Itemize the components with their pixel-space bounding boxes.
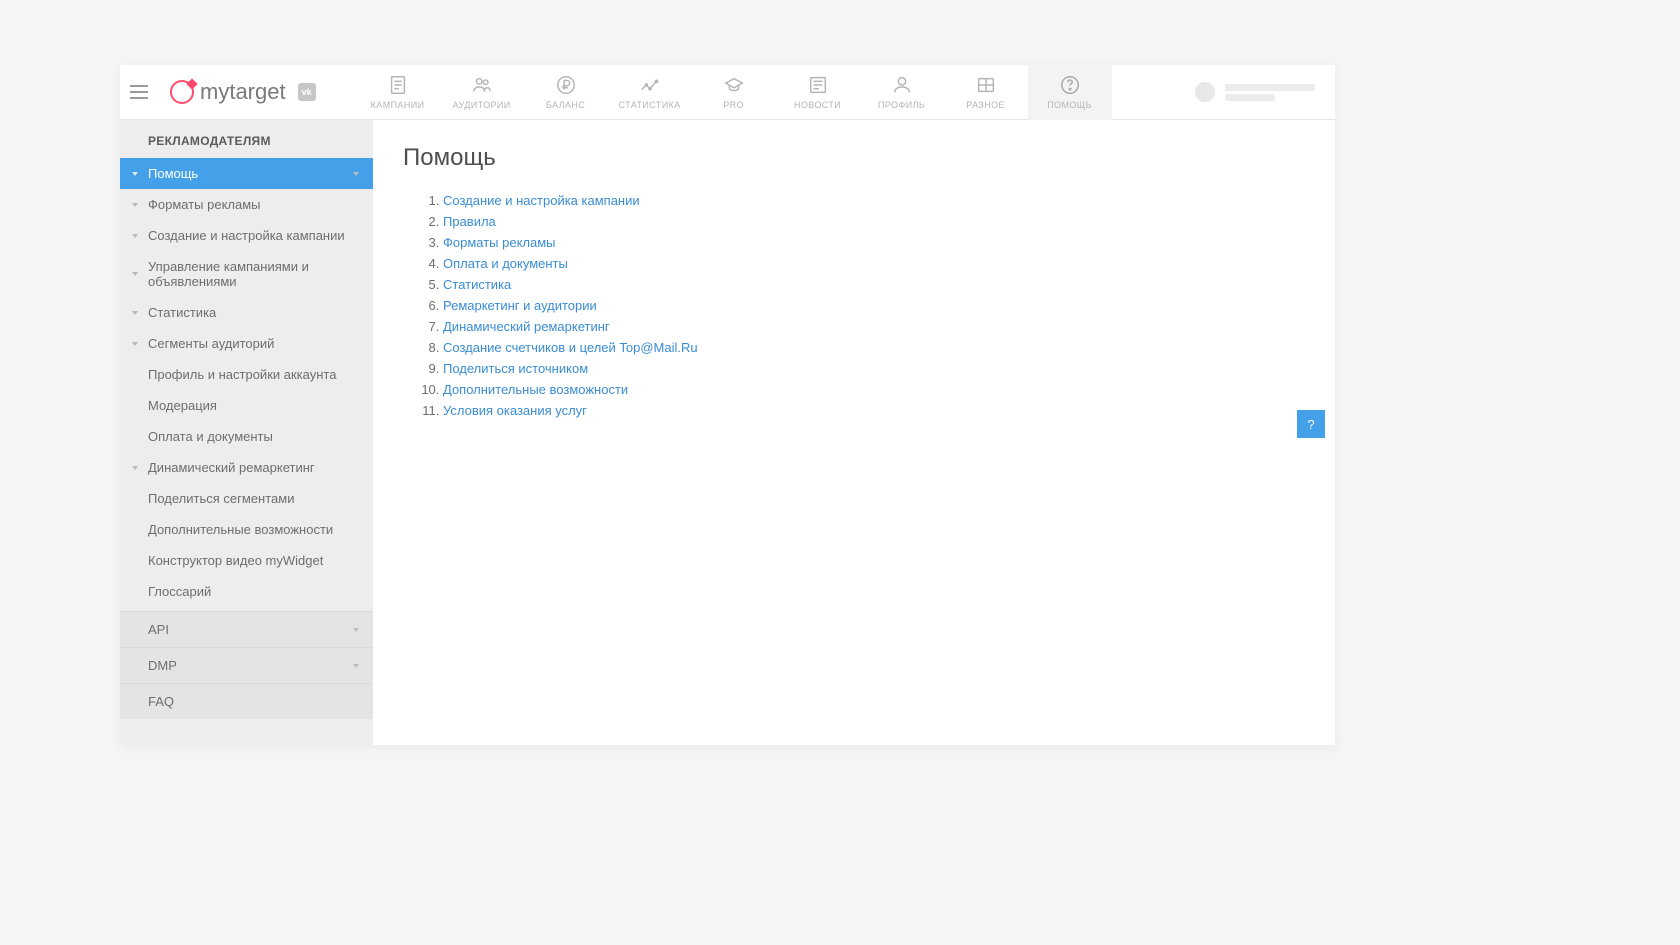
help-link-item: Правила bbox=[443, 211, 1305, 232]
app-window: mytarget vk КАМПАНИИ АУДИТОРИИ БАЛАНС СТ… bbox=[120, 65, 1335, 745]
grid-icon bbox=[975, 74, 997, 96]
nav-label: КАМПАНИИ bbox=[371, 100, 425, 110]
cap-icon bbox=[723, 74, 745, 96]
help-link[interactable]: Создание и настройка кампании bbox=[443, 193, 640, 208]
help-link-item: Создание и настройка кампании bbox=[443, 190, 1305, 211]
logo-text: mytarget bbox=[200, 79, 286, 105]
help-link-item: Поделиться источником bbox=[443, 358, 1305, 379]
avatar bbox=[1195, 82, 1215, 102]
main-content: Помощь Создание и настройка кампании Пра… bbox=[373, 120, 1335, 745]
sidebar-item[interactable]: Оплата и документы bbox=[120, 421, 373, 452]
help-link[interactable]: Оплата и документы bbox=[443, 256, 568, 271]
help-link[interactable]: Ремаркетинг и аудитории bbox=[443, 298, 597, 313]
nav-help[interactable]: ПОМОЩЬ bbox=[1028, 65, 1112, 120]
topbar: mytarget vk КАМПАНИИ АУДИТОРИИ БАЛАНС СТ… bbox=[120, 65, 1335, 120]
sidebar-heading: РЕКЛАМОДАТЕЛЯМ bbox=[120, 120, 373, 158]
help-link[interactable]: Форматы рекламы bbox=[443, 235, 556, 250]
nav-campaigns[interactable]: КАМПАНИИ bbox=[356, 65, 440, 120]
nav-profile[interactable]: ПРОФИЛЬ bbox=[860, 65, 944, 120]
sidebar-item[interactable]: Поделиться сегментами bbox=[120, 483, 373, 514]
target-icon bbox=[170, 80, 194, 104]
user-icon bbox=[891, 74, 913, 96]
help-link[interactable]: Дополнительные возможности bbox=[443, 382, 628, 397]
sidebar-item[interactable]: Форматы рекламы bbox=[120, 189, 373, 220]
user-box[interactable] bbox=[1112, 82, 1335, 102]
nav-balance[interactable]: БАЛАНС bbox=[524, 65, 608, 120]
help-link[interactable]: Статистика bbox=[443, 277, 511, 292]
menu-icon[interactable] bbox=[130, 80, 154, 104]
help-link[interactable]: Правила bbox=[443, 214, 496, 229]
float-help-button[interactable]: ? bbox=[1297, 410, 1325, 438]
sidebar-item[interactable]: Модерация bbox=[120, 390, 373, 421]
nav-label: ПРОФИЛЬ bbox=[878, 100, 925, 110]
help-link-item: Ремаркетинг и аудитории bbox=[443, 295, 1305, 316]
nav-label: СТАТИСТИКА bbox=[619, 100, 681, 110]
news-icon bbox=[807, 74, 829, 96]
sidebar-item[interactable]: Конструктор видео myWidget bbox=[120, 545, 373, 576]
help-link-item: Динамический ремаркетинг bbox=[443, 316, 1305, 337]
help-link-item: Статистика bbox=[443, 274, 1305, 295]
nav-label: ПОМОЩЬ bbox=[1047, 100, 1092, 110]
vk-badge[interactable]: vk bbox=[298, 83, 316, 101]
nav-label: PRO bbox=[723, 100, 744, 110]
sidebar-faq[interactable]: FAQ bbox=[120, 683, 373, 719]
sidebar-item[interactable]: Сегменты аудиторий bbox=[120, 328, 373, 359]
nav-audiences[interactable]: АУДИТОРИИ bbox=[440, 65, 524, 120]
help-link-item: Оплата и документы bbox=[443, 253, 1305, 274]
nav-other[interactable]: РАЗНОЕ bbox=[944, 65, 1028, 120]
help-link-item: Условия оказания услуг bbox=[443, 400, 1305, 421]
user-placeholder bbox=[1225, 84, 1315, 101]
help-links: Создание и настройка кампании Правила Фо… bbox=[403, 190, 1305, 421]
page-title: Помощь bbox=[403, 144, 1305, 172]
help-link-item: Дополнительные возможности bbox=[443, 379, 1305, 400]
help-link[interactable]: Динамический ремаркетинг bbox=[443, 319, 610, 334]
nav-stats[interactable]: СТАТИСТИКА bbox=[608, 65, 692, 120]
help-link[interactable]: Поделиться источником bbox=[443, 361, 588, 376]
help-link-item: Создание счетчиков и целей Top@Mail.Ru bbox=[443, 337, 1305, 358]
nav-tabs: КАМПАНИИ АУДИТОРИИ БАЛАНС СТАТИСТИКА PRO… bbox=[356, 65, 1112, 120]
people-icon bbox=[471, 74, 493, 96]
sidebar-section-dmp[interactable]: DMP bbox=[120, 647, 373, 683]
sidebar-item[interactable]: Управление кампаниями и объявлениями bbox=[120, 251, 373, 297]
doc-icon bbox=[387, 74, 409, 96]
sidebar-item[interactable]: Динамический ремаркетинг bbox=[120, 452, 373, 483]
nav-label: БАЛАНС bbox=[546, 100, 585, 110]
nav-label: АУДИТОРИИ bbox=[453, 100, 511, 110]
chart-icon bbox=[639, 74, 661, 96]
logo[interactable]: mytarget bbox=[170, 79, 286, 105]
sidebar-item[interactable]: Профиль и настройки аккаунта bbox=[120, 359, 373, 390]
sidebar-item[interactable]: Статистика bbox=[120, 297, 373, 328]
sidebar-item[interactable]: Создание и настройка кампании bbox=[120, 220, 373, 251]
help-link[interactable]: Условия оказания услуг bbox=[443, 403, 587, 418]
help-link[interactable]: Создание счетчиков и целей Top@Mail.Ru bbox=[443, 340, 698, 355]
nav-pro[interactable]: PRO bbox=[692, 65, 776, 120]
nav-label: РАЗНОЕ bbox=[966, 100, 1005, 110]
ruble-icon bbox=[555, 74, 577, 96]
sidebar-item[interactable]: Глоссарий bbox=[120, 576, 373, 611]
nav-label: НОВОСТИ bbox=[794, 100, 841, 110]
help-icon bbox=[1059, 74, 1081, 96]
sidebar-item-help[interactable]: Помощь bbox=[120, 158, 373, 189]
sidebar: РЕКЛАМОДАТЕЛЯМ Помощь Форматы рекламы Со… bbox=[120, 120, 373, 745]
sidebar-section-api[interactable]: API bbox=[120, 611, 373, 647]
sidebar-item[interactable]: Дополнительные возможности bbox=[120, 514, 373, 545]
help-link-item: Форматы рекламы bbox=[443, 232, 1305, 253]
nav-news[interactable]: НОВОСТИ bbox=[776, 65, 860, 120]
